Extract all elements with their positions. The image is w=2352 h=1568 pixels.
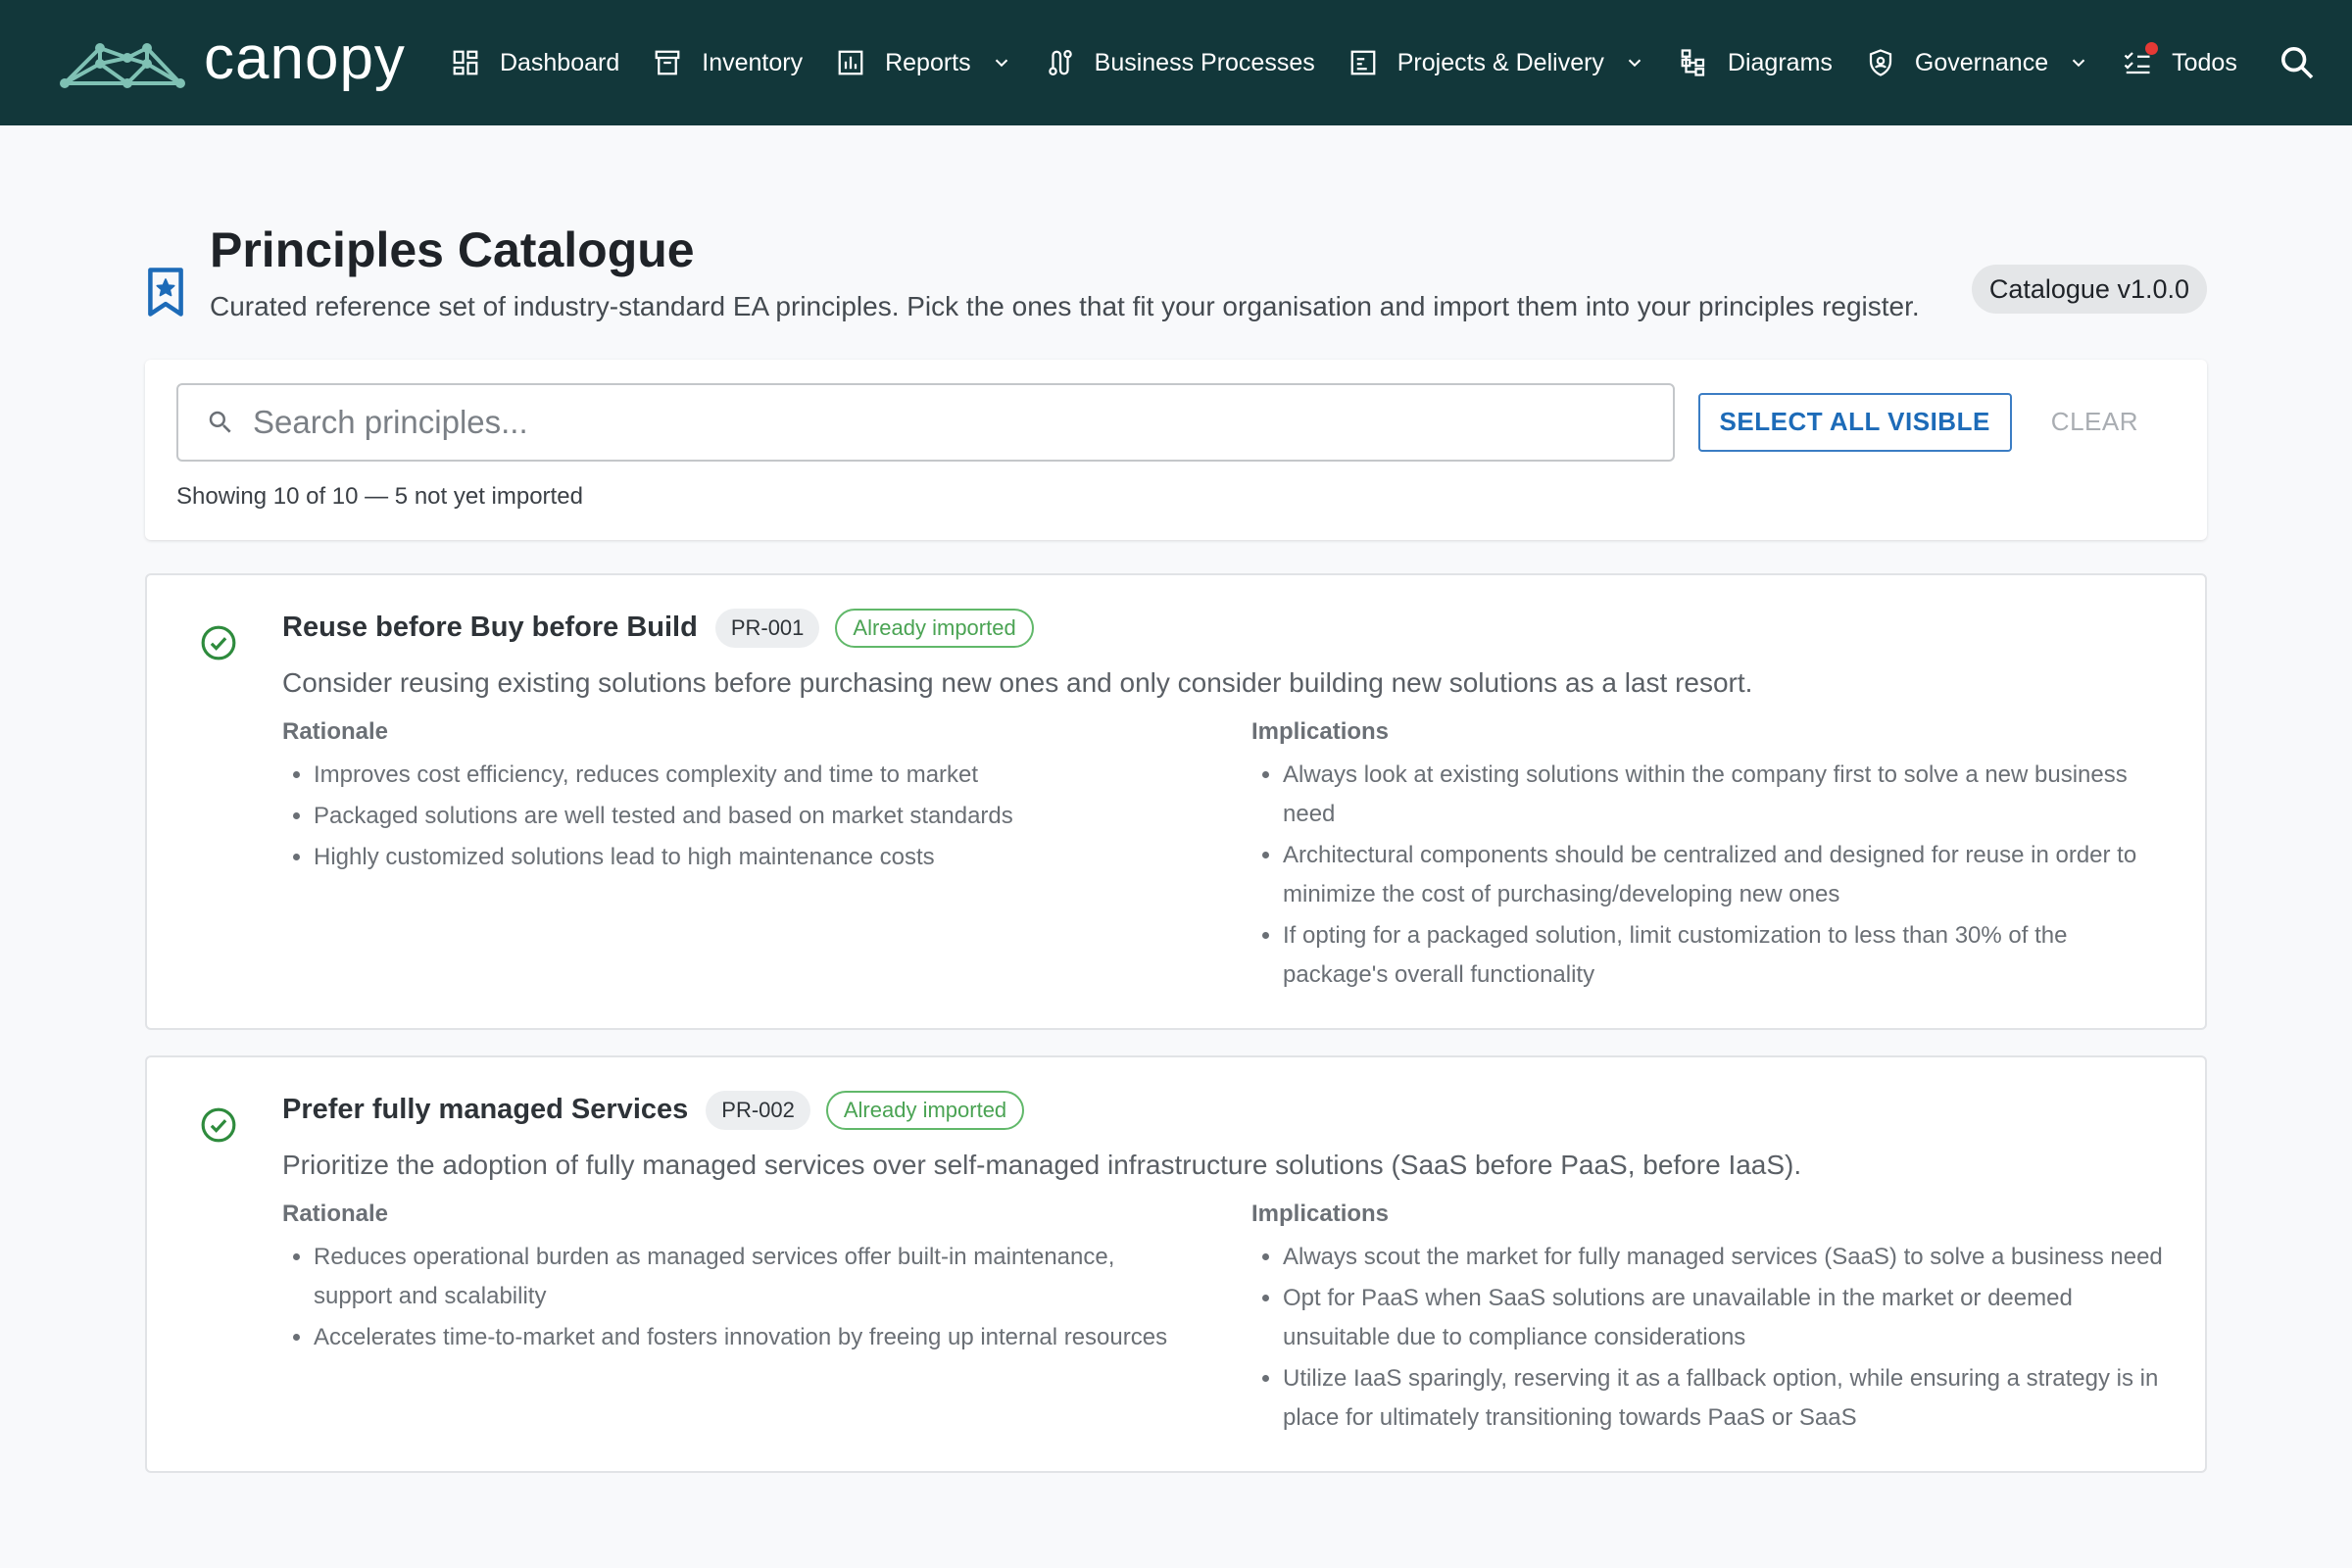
brand-name: canopy	[204, 24, 406, 92]
nav-inventory[interactable]: Inventory	[653, 48, 803, 77]
rationale-heading: Rationale	[282, 717, 389, 745]
implications-section: Implications Always look at existing sol…	[1251, 714, 2166, 997]
principle-title: Prefer fully managed Services	[282, 1094, 689, 1125]
list-item: Opt for PaaS when SaaS solutions are una…	[1283, 1279, 2166, 1357]
list-item: If opting for a packaged solution, limit…	[1283, 916, 2166, 995]
page-subtitle: Curated reference set of industry-standa…	[210, 290, 1920, 321]
brand-logo[interactable]: canopy	[59, 28, 406, 97]
principle-card[interactable]: Reuse before Buy before Build PR-001 Alr…	[145, 572, 2207, 1030]
list-item: Architectural components should be centr…	[1283, 836, 2166, 914]
rationale-list: Improves cost efficiency, reduces comple…	[282, 756, 1197, 877]
imported-status-badge: Already imported	[825, 1090, 1025, 1130]
list-item: Reduces operational burden as managed se…	[314, 1238, 1197, 1316]
rationale-list: Reduces operational burden as managed se…	[282, 1238, 1197, 1357]
checklist-icon	[2123, 42, 2159, 77]
tree-diagram-icon	[1679, 48, 1708, 77]
list-item: Always look at existing solutions within…	[1283, 756, 2166, 834]
implications-heading: Implications	[1251, 717, 1390, 745]
implications-list: Always look at existing solutions within…	[1251, 756, 2166, 995]
search-row: SELECT ALL VISIBLE CLEAR	[176, 382, 2176, 462]
nav-dashboard[interactable]: Dashboard	[451, 48, 619, 77]
list-item: Accelerates time-to-market and fosters i…	[314, 1318, 1197, 1357]
list-item: Utilize IaaS sparingly, reserving it as …	[1283, 1359, 2166, 1438]
notification-dot	[2145, 42, 2159, 55]
search-icon	[206, 408, 235, 437]
search-field[interactable]	[176, 382, 1675, 462]
nav-governance[interactable]: Governance	[1866, 48, 2089, 77]
nav-reports[interactable]: Reports	[836, 48, 1012, 77]
nav-diagrams[interactable]: Diagrams	[1679, 48, 1833, 77]
bookmark-star-icon	[145, 267, 186, 318]
route-icon	[1046, 48, 1075, 77]
implications-section: Implications Always scout the market for…	[1251, 1197, 2166, 1440]
select-all-visible-button[interactable]: SELECT ALL VISIBLE	[1697, 392, 2012, 452]
nav-todos[interactable]: Todos	[2123, 42, 2237, 77]
chevron-down-icon	[991, 52, 1012, 74]
project-icon	[1348, 48, 1378, 77]
nav-business-processes[interactable]: Business Processes	[1046, 48, 1315, 77]
canopy-logo-icon	[60, 43, 185, 88]
main-content: Principles Catalogue Curated reference s…	[0, 220, 2352, 1473]
principle-details: Rationale Reduces operational burden as …	[282, 1197, 2166, 1440]
top-navigation-bar: canopy Dashboard Inventory Reports Busin…	[0, 0, 2352, 125]
check-circle-icon	[200, 624, 237, 662]
list-item: Always scout the market for fully manage…	[1283, 1238, 2166, 1277]
principle-description: Consider reusing existing solutions befo…	[282, 666, 1753, 698]
principle-title: Reuse before Buy before Build	[282, 612, 698, 643]
list-item: Packaged solutions are well tested and b…	[314, 797, 1197, 836]
page-header: Principles Catalogue Curated reference s…	[145, 220, 2207, 326]
nav-label: Diagrams	[1727, 48, 1833, 76]
nav-label: Reports	[885, 48, 971, 76]
result-count: Showing 10 of 10 — 5 not yet imported	[176, 482, 583, 510]
shield-icon	[1866, 48, 1895, 77]
imported-status-badge: Already imported	[835, 608, 1034, 648]
chevron-down-icon	[1624, 52, 1645, 74]
chevron-down-icon	[2068, 52, 2089, 74]
search-input[interactable]	[253, 403, 1645, 441]
search-icon	[2281, 47, 2314, 79]
global-search-button[interactable]	[2278, 43, 2317, 82]
principle-body: Reuse before Buy before Build PR-001 Alr…	[282, 608, 2166, 997]
clear-button[interactable]: CLEAR	[2035, 393, 2154, 452]
principle-details: Rationale Improves cost efficiency, redu…	[282, 714, 2166, 997]
principle-body: Prefer fully managed Services PR-002 Alr…	[282, 1090, 2166, 1440]
page-title: Principles Catalogue	[210, 222, 695, 277]
implications-heading: Implications	[1251, 1200, 1390, 1227]
dashboard-icon	[451, 48, 480, 77]
list-item: Improves cost efficiency, reduces comple…	[314, 756, 1197, 795]
principle-code: PR-001	[714, 608, 820, 648]
principle-code: PR-002	[706, 1090, 810, 1130]
nav-label: Todos	[2172, 48, 2237, 76]
bar-chart-icon	[836, 48, 865, 77]
principle-header: Reuse before Buy before Build PR-001 Alr…	[282, 608, 2166, 648]
version-badge: Catalogue v1.0.0	[1971, 265, 2207, 314]
nav-label: Dashboard	[499, 48, 620, 76]
implications-list: Always scout the market for fully manage…	[1251, 1238, 2166, 1438]
check-circle-icon	[200, 1106, 237, 1144]
search-panel: SELECT ALL VISIBLE CLEAR Showing 10 of 1…	[145, 359, 2207, 540]
rationale-section: Rationale Reduces operational burden as …	[282, 1197, 1197, 1440]
nav-label: Business Processes	[1094, 48, 1315, 76]
header-text: Principles Catalogue Curated reference s…	[210, 220, 1942, 326]
principle-description: Prioritize the adoption of fully managed…	[282, 1149, 1802, 1180]
archive-icon	[653, 48, 682, 77]
rationale-heading: Rationale	[282, 1200, 389, 1227]
principle-card[interactable]: Prefer fully managed Services PR-002 Alr…	[145, 1054, 2207, 1473]
principle-header: Prefer fully managed Services PR-002 Alr…	[282, 1090, 2166, 1130]
nav-label: Inventory	[702, 48, 804, 76]
list-item: Highly customized solutions lead to high…	[314, 838, 1197, 877]
main-nav: Dashboard Inventory Reports Business Pro…	[451, 42, 2278, 77]
nav-label: Projects & Delivery	[1396, 48, 1604, 76]
rationale-section: Rationale Improves cost efficiency, redu…	[282, 714, 1197, 997]
nav-projects-delivery[interactable]: Projects & Delivery	[1348, 48, 1645, 77]
nav-label: Governance	[1914, 48, 2049, 76]
